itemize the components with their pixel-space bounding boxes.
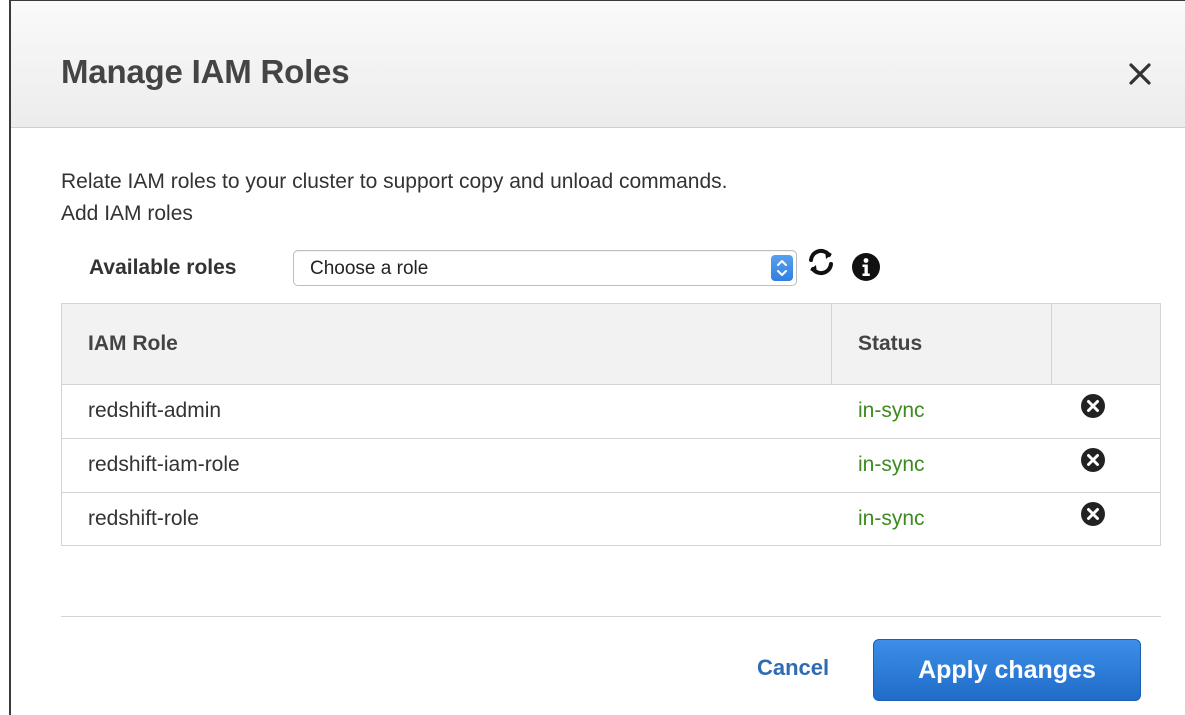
cancel-button[interactable]: Cancel <box>757 655 829 681</box>
apply-changes-button[interactable]: Apply changes <box>873 639 1141 701</box>
table-header: IAM Role Status <box>62 304 1160 385</box>
table-row: redshift-admin in-sync <box>62 385 1160 439</box>
column-header-iam-role: IAM Role <box>62 304 832 384</box>
manage-iam-roles-dialog: Manage IAM Roles Relate IAM roles to you… <box>9 0 1185 715</box>
role-name: redshift-admin <box>88 399 222 422</box>
select-value: Choose a role <box>310 258 429 279</box>
available-roles-select[interactable]: Choose a role <box>293 250 797 286</box>
dialog-header: Manage IAM Roles <box>11 0 1185 128</box>
role-status: in-sync <box>858 453 925 476</box>
refresh-icon[interactable] <box>803 244 839 280</box>
remove-icon[interactable] <box>1080 393 1106 419</box>
column-header-action <box>1052 304 1160 384</box>
close-icon[interactable] <box>1125 59 1155 89</box>
role-status: in-sync <box>858 399 925 422</box>
remove-icon[interactable] <box>1080 447 1106 473</box>
available-roles-label: Available roles <box>89 256 237 279</box>
table-row: redshift-role in-sync <box>62 493 1160 547</box>
role-status: in-sync <box>858 507 925 530</box>
role-name: redshift-iam-role <box>88 453 240 476</box>
add-iam-roles-label: Add IAM roles <box>61 202 193 225</box>
select-arrow-icon <box>771 255 793 281</box>
iam-roles-table: IAM Role Status redshift-admin in-sync r… <box>61 303 1161 546</box>
info-icon[interactable] <box>851 252 881 282</box>
role-name: redshift-role <box>88 507 199 530</box>
remove-icon[interactable] <box>1080 501 1106 527</box>
dialog-description: Relate IAM roles to your cluster to supp… <box>61 170 728 193</box>
footer-divider <box>61 616 1161 617</box>
column-header-status: Status <box>832 304 1052 384</box>
table-row: redshift-iam-role in-sync <box>62 439 1160 493</box>
dialog-title: Manage IAM Roles <box>61 53 350 90</box>
